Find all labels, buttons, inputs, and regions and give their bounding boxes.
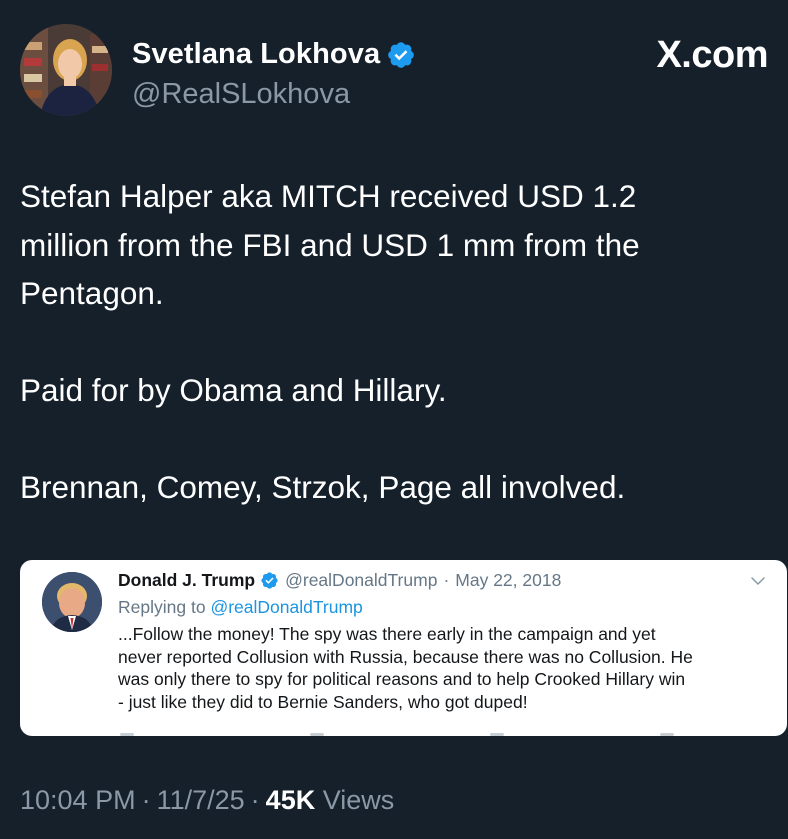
quoted-verified-badge-icon (261, 572, 278, 589)
quoted-avatar[interactable] (42, 572, 102, 632)
quoted-header: Donald J. Trump @realDonaldTrump · May 2… (118, 570, 561, 591)
meta-separator: · (250, 785, 260, 815)
replying-to: Replying to @realDonaldTrump (118, 597, 363, 618)
quoted-separator: · (443, 570, 450, 590)
views-count[interactable]: 45K (266, 785, 316, 815)
author-name-row: Svetlana Lokhova (132, 38, 416, 71)
tweet-header: Svetlana Lokhova @RealSLokhova X.com (20, 24, 768, 120)
author-handle[interactable]: @RealSLokhova (132, 78, 350, 111)
quoted-name[interactable]: Donald J. Trump (118, 570, 255, 591)
verified-badge-icon (388, 41, 414, 68)
author-avatar[interactable] (20, 24, 112, 116)
meta-separator: · (141, 785, 151, 815)
quoted-date[interactable]: May 22, 2018 (455, 570, 561, 591)
brand-logo: X.com (656, 34, 768, 76)
chevron-down-icon[interactable] (749, 572, 767, 590)
tweet-text: Stefan Halper aka MITCH received USD 1.2… (20, 178, 640, 505)
quoted-tweet-card[interactable]: Donald J. Trump @realDonaldTrump · May 2… (20, 560, 787, 736)
author-avatar-image (20, 24, 112, 116)
author-name[interactable]: Svetlana Lokhova (132, 38, 380, 71)
replying-to-handle[interactable]: @realDonaldTrump (210, 597, 362, 617)
replying-to-label: Replying to (118, 597, 206, 617)
tweet-time[interactable]: 10:04 PM (20, 785, 136, 815)
tweet-date[interactable]: 11/7/25 (157, 785, 245, 815)
tweet-meta: 10:04 PM · 11/7/25 · 45K Views (20, 785, 394, 816)
views-label: Views (322, 785, 395, 815)
quoted-text: ...Follow the money! The spy was there e… (118, 624, 693, 712)
quoted-action-bar-cropped (20, 732, 787, 736)
quoted-handle[interactable]: @realDonaldTrump (285, 570, 437, 591)
quoted-avatar-image (42, 572, 102, 632)
